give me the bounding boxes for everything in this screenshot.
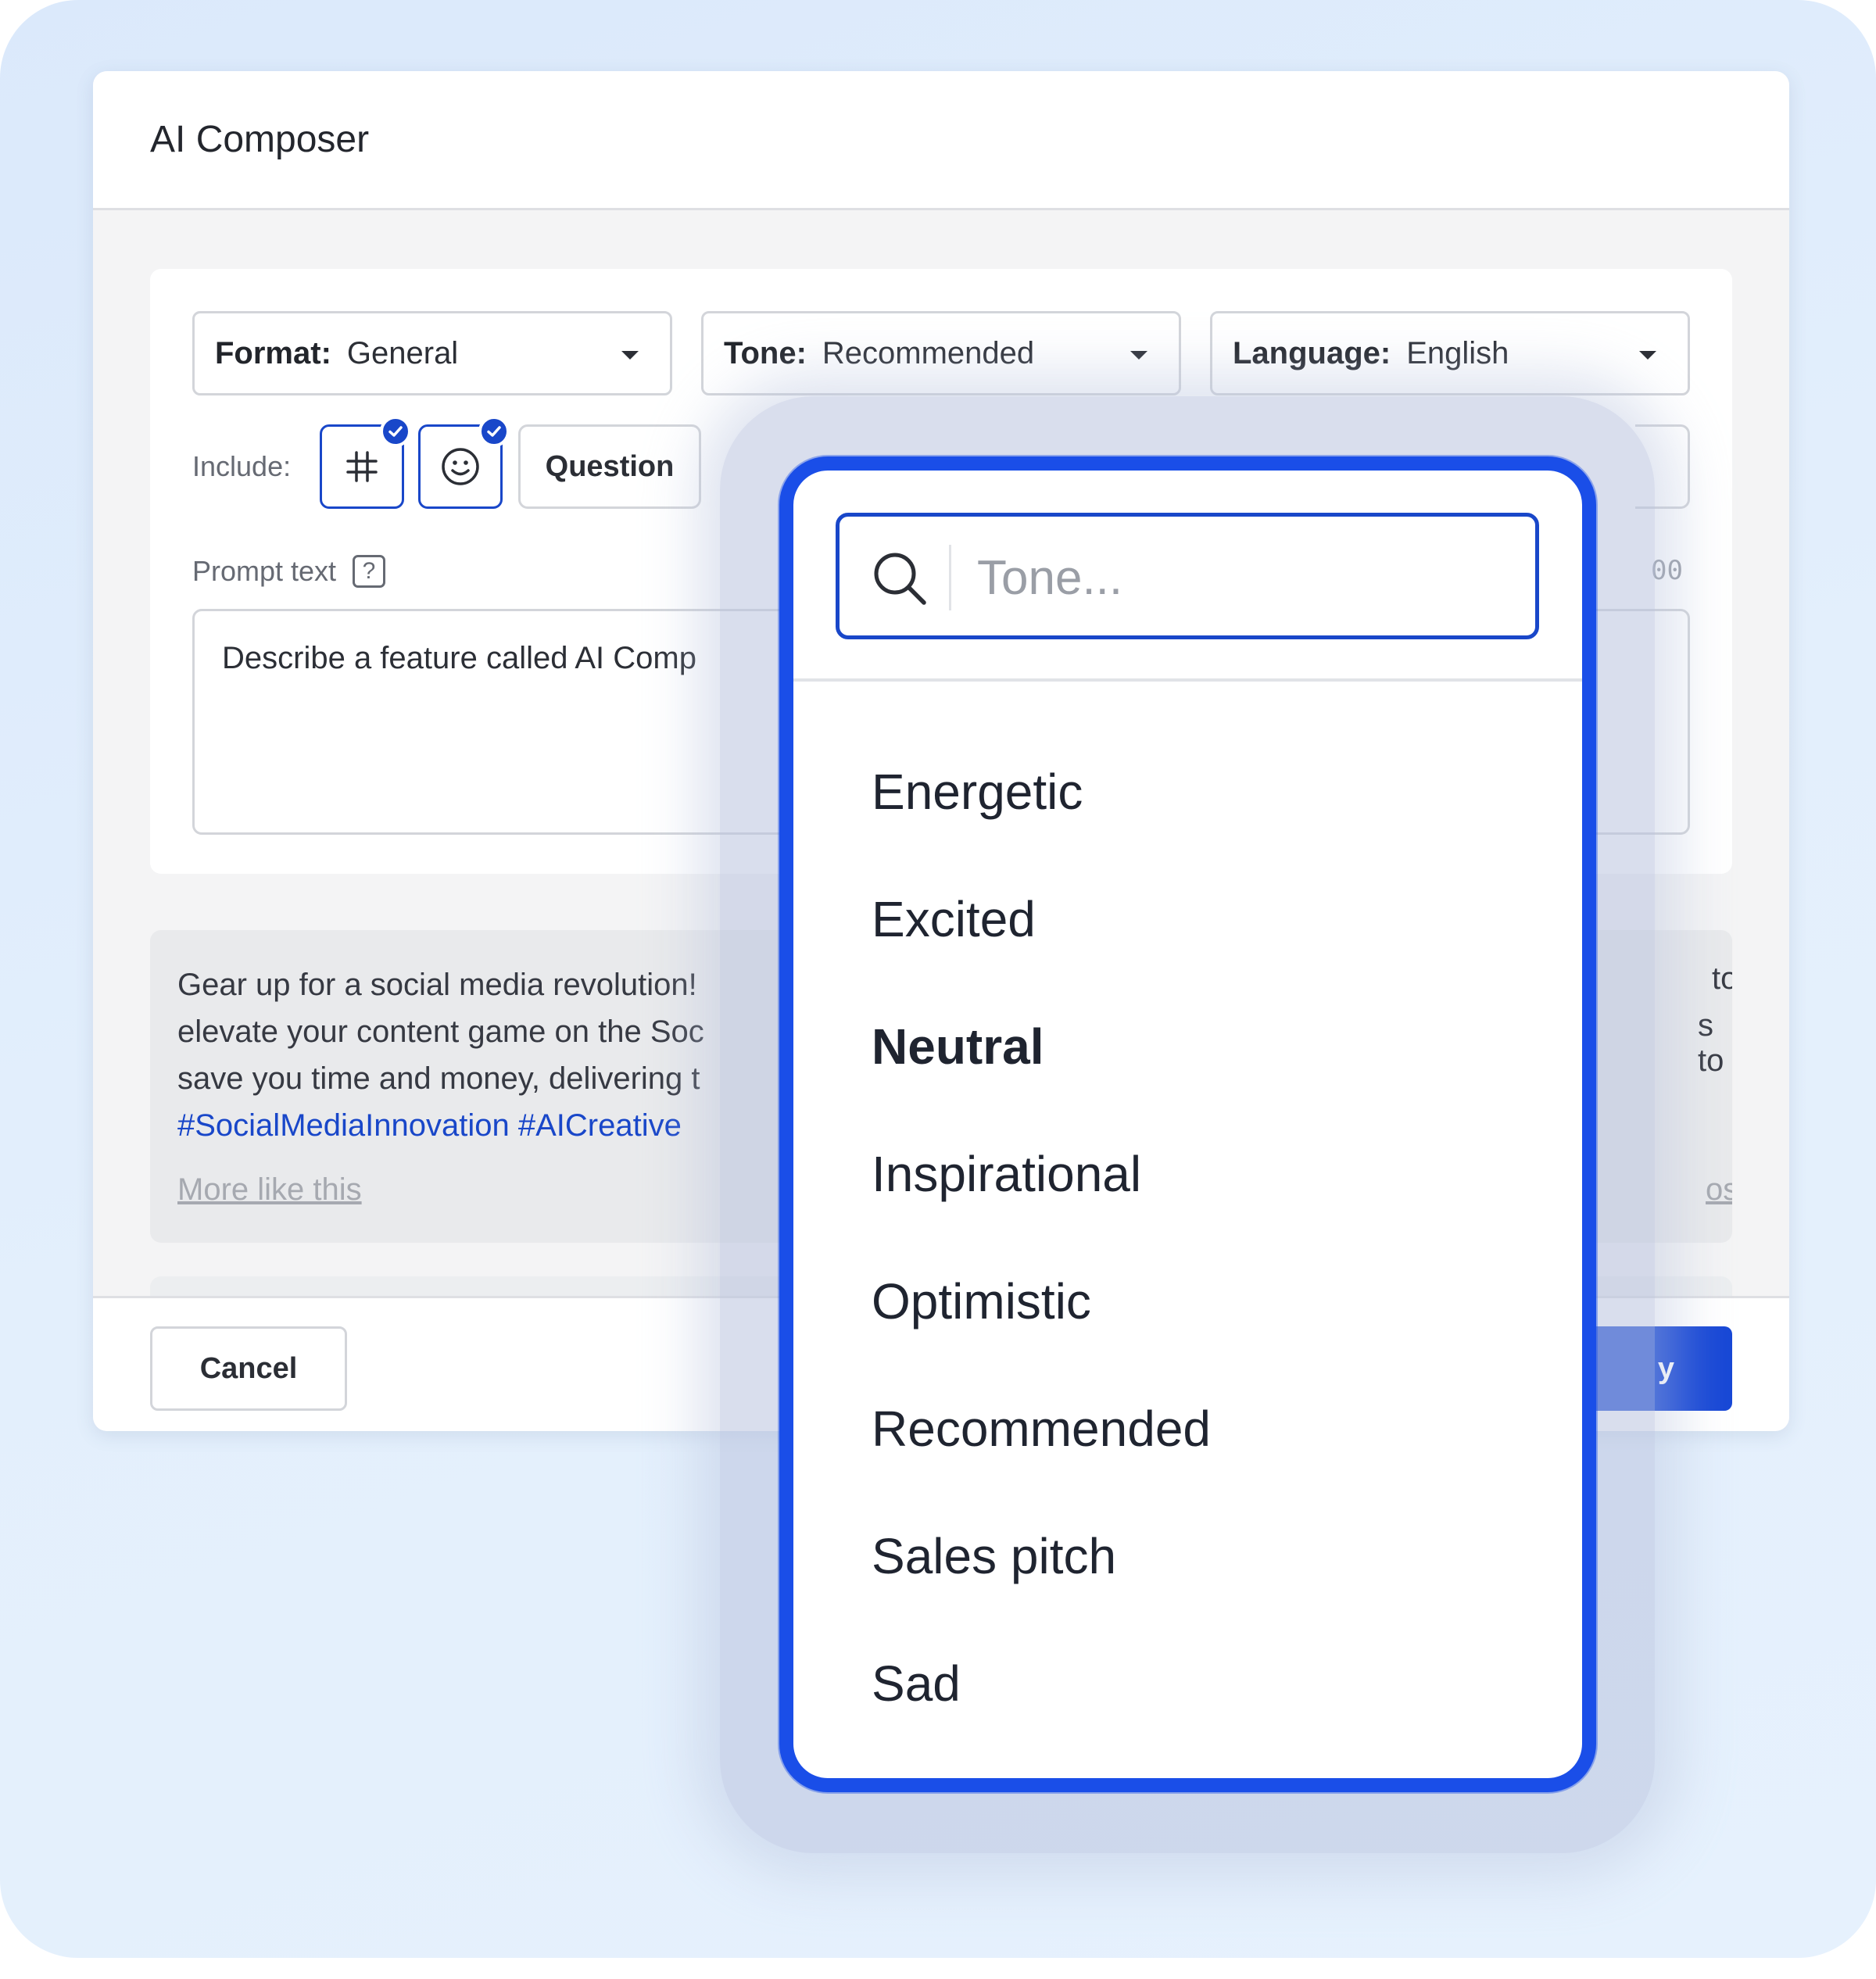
tone-option-sales-pitch[interactable]: Sales pitch (793, 1493, 1582, 1620)
caret-down-icon (1130, 351, 1147, 360)
post-link-fragment[interactable]: ost (1706, 1172, 1732, 1208)
tone-option-energetic[interactable]: Energetic (793, 728, 1582, 856)
cancel-button[interactable]: Cancel (150, 1326, 347, 1411)
result-hashtags[interactable]: #SocialMediaInnovation #AICreative (177, 1102, 740, 1149)
search-icon (874, 553, 926, 605)
caret-down-icon (621, 351, 639, 360)
include-question-toggle[interactable]: Question (518, 424, 701, 509)
tone-select[interactable]: Tone: Recommended (701, 311, 1181, 395)
background-frame: AI Composer Format: General Tone: Recomm… (0, 0, 1876, 1958)
modal-title: AI Composer (150, 119, 370, 160)
result-text-fragment: s to (1698, 1008, 1724, 1078)
smiley-icon (442, 448, 479, 485)
dropdown-divider (793, 678, 1582, 682)
language-value: English (1406, 335, 1509, 370)
checkmark-icon (380, 416, 411, 447)
tone-dropdown: Energetic Excited Neutral Inspirational … (779, 456, 1596, 1792)
include-label: Include: (192, 450, 292, 482)
format-select[interactable]: Format: General (192, 311, 672, 395)
result-line: elevate your content game on the Soc (177, 1015, 704, 1049)
help-icon[interactable]: ? (353, 555, 385, 588)
language-select[interactable]: Language: English (1210, 311, 1690, 395)
hashtag-icon (346, 451, 378, 482)
tone-option-optimistic[interactable]: Optimistic (793, 1238, 1582, 1365)
tone-label: Tone: (724, 335, 807, 370)
tone-option-sad[interactable]: Sad (793, 1620, 1582, 1748)
format-value: General (346, 335, 459, 370)
result-text-fragment: to (1712, 961, 1732, 996)
result-line: Gear up for a social media revolution! (177, 968, 697, 1002)
more-like-this-link[interactable]: More like this (177, 1172, 362, 1208)
include-hashtags-toggle[interactable] (320, 416, 411, 509)
prompt-text-label: Prompt text (192, 555, 337, 587)
tone-options-list: Energetic Excited Neutral Inspirational … (793, 728, 1582, 1748)
format-label: Format: (215, 335, 331, 370)
tone-option-excited[interactable]: Excited (793, 856, 1582, 983)
caret-down-icon (1639, 351, 1656, 360)
checkmark-icon (478, 416, 510, 447)
modal-header: AI Composer (93, 71, 1789, 210)
language-label: Language: (1233, 335, 1391, 370)
tone-option-neutral[interactable]: Neutral (793, 983, 1582, 1111)
tone-search-field[interactable] (836, 513, 1539, 639)
prompt-text-value: Describe a feature called AI Comp (222, 641, 696, 675)
tone-option-inspirational[interactable]: Inspirational (793, 1111, 1582, 1238)
search-divider (949, 545, 951, 610)
include-emoji-toggle[interactable] (418, 416, 510, 509)
character-counter: 00 (1651, 555, 1683, 586)
tone-option-recommended[interactable]: Recommended (793, 1365, 1582, 1493)
tone-value: Recommended (822, 335, 1035, 370)
tone-search-input[interactable] (977, 539, 1509, 617)
result-line: save you time and money, delivering t (177, 1061, 700, 1096)
